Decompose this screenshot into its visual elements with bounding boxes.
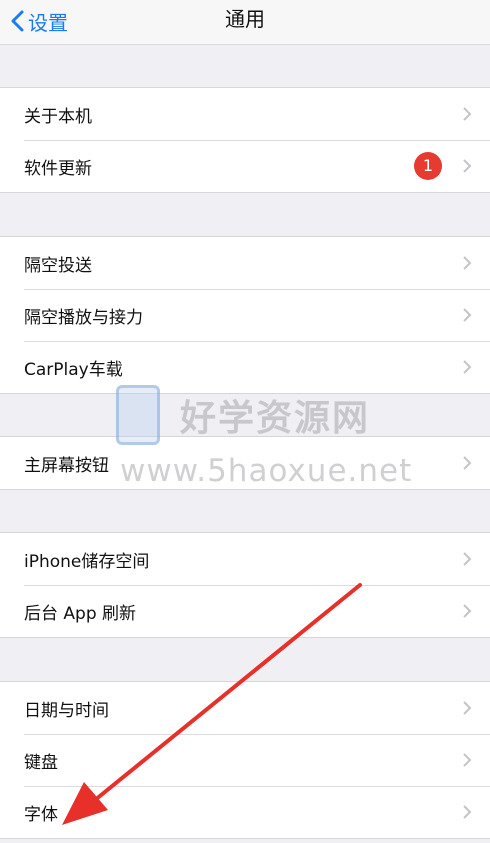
row-carplay[interactable]: CarPlay车载 (0, 341, 490, 393)
chevron-right-icon (463, 753, 472, 767)
chevron-right-icon (463, 604, 472, 618)
row-about[interactable]: 关于本机 (0, 88, 490, 140)
row-software-update[interactable]: 软件更新 1 (0, 140, 490, 192)
row-label: 字体 (24, 804, 58, 825)
chevron-right-icon (463, 308, 472, 322)
update-badge: 1 (414, 152, 442, 180)
chevron-right-icon (463, 805, 472, 819)
row-date-time[interactable]: 日期与时间 (0, 682, 490, 734)
row-fonts[interactable]: 字体 (0, 786, 490, 838)
section-gap (0, 490, 490, 533)
row-background-app-refresh[interactable]: 后台 App 刷新 (0, 585, 490, 637)
chevron-right-icon (463, 360, 472, 374)
row-label: CarPlay车载 (24, 359, 123, 380)
settings-group-storage: iPhone储存空间 后台 App 刷新 (0, 533, 490, 638)
settings-group-date-keyboard: 日期与时间 键盘 字体 (0, 682, 490, 839)
chevron-right-icon (463, 107, 472, 121)
settings-group-home-button: 主屏幕按钮 (0, 437, 490, 490)
row-label: 软件更新 (24, 158, 92, 179)
chevron-right-icon (463, 456, 472, 470)
row-label: 主屏幕按钮 (24, 455, 109, 476)
row-label: 键盘 (24, 752, 58, 773)
chevron-right-icon (463, 256, 472, 270)
row-label: iPhone储存空间 (24, 551, 150, 572)
row-label: 隔空投送 (24, 255, 92, 276)
section-gap (0, 638, 490, 682)
section-gap (0, 193, 490, 237)
chevron-right-icon (463, 701, 472, 715)
row-airplay-handoff[interactable]: 隔空播放与接力 (0, 289, 490, 341)
section-gap (0, 394, 490, 437)
row-iphone-storage[interactable]: iPhone储存空间 (0, 533, 490, 585)
row-label: 关于本机 (24, 106, 92, 127)
row-airdrop[interactable]: 隔空投送 (0, 237, 490, 289)
row-label: 后台 App 刷新 (24, 603, 137, 624)
chevron-right-icon (463, 159, 472, 173)
settings-group-airdrop: 隔空投送 隔空播放与接力 CarPlay车载 (0, 237, 490, 394)
page-title: 通用 (225, 7, 265, 31)
row-label: 隔空播放与接力 (24, 307, 143, 328)
row-home-button[interactable]: 主屏幕按钮 (0, 437, 490, 489)
row-label: 日期与时间 (24, 700, 109, 721)
row-keyboard[interactable]: 键盘 (0, 734, 490, 786)
settings-group-about: 关于本机 软件更新 1 (0, 88, 490, 193)
section-gap (0, 45, 490, 88)
chevron-right-icon (463, 552, 472, 566)
navigation-bar: 设置 通用 (0, 0, 490, 45)
